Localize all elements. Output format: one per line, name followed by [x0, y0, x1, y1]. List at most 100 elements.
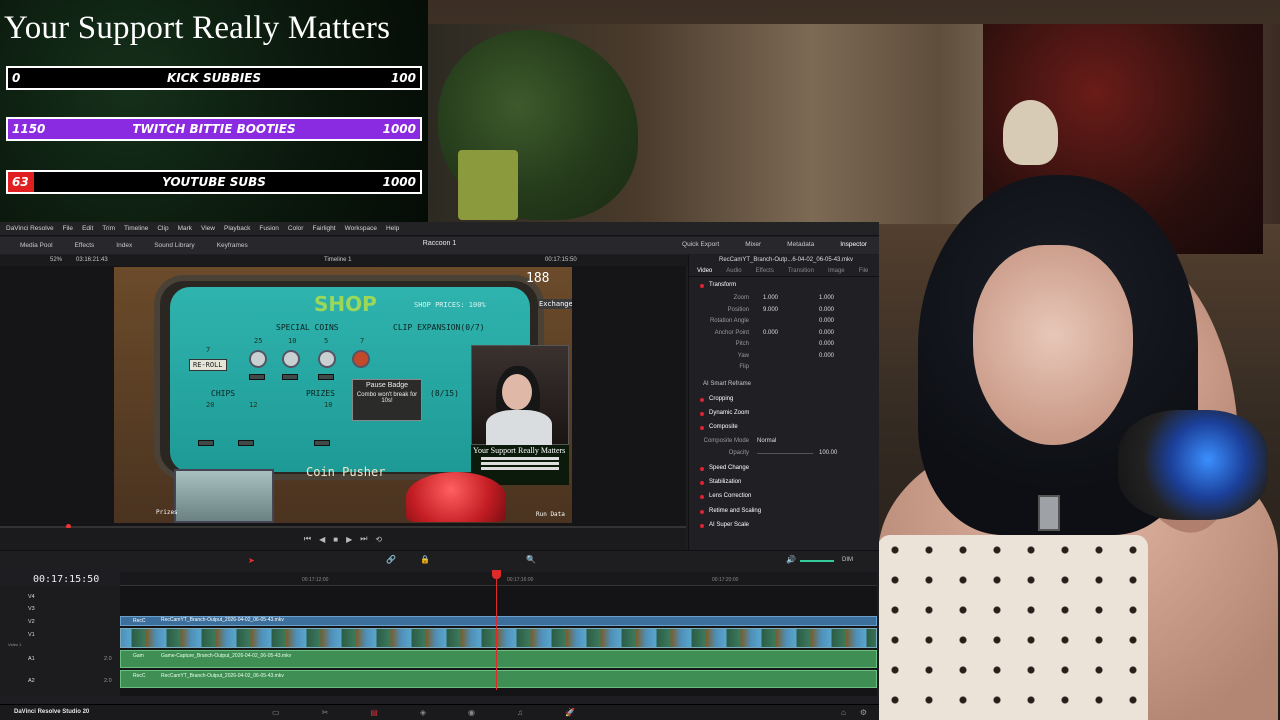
opacity-slider[interactable]: [757, 453, 813, 454]
transform-row[interactable]: Zoom 1.000 1.000: [689, 293, 879, 305]
clip-v2[interactable]: RecC RecCamYT_Branch-Output_2026-04-02_0…: [120, 616, 877, 626]
menu-item[interactable]: File: [63, 225, 73, 232]
opacity-row[interactable]: Opacity 100.00: [689, 448, 879, 460]
play-icon[interactable]: ▶: [346, 535, 352, 544]
enabled-dot[interactable]: [700, 284, 704, 288]
link-icon[interactable]: 🔗: [386, 555, 396, 564]
inspector-section[interactable]: Stabilization: [689, 477, 879, 489]
transform-row[interactable]: Rotation Angle 0.000: [689, 316, 879, 328]
go-to-end-icon[interactable]: ⏭: [360, 534, 367, 544]
track-header-a2[interactable]: A2 2.0: [0, 676, 120, 687]
viewer-zoom[interactable]: 52%: [50, 257, 62, 263]
enabled-dot[interactable]: [700, 398, 704, 402]
transform-row[interactable]: Pitch 0.000: [689, 339, 879, 351]
media-page-icon[interactable]: ▭: [272, 708, 280, 717]
menu-item[interactable]: Workspace: [345, 225, 377, 232]
transform-row[interactable]: Position 9.000 0.000: [689, 305, 879, 317]
menu-item[interactable]: Mark: [178, 225, 192, 232]
track-header-v2[interactable]: V2: [0, 617, 120, 628]
go-to-start-icon[interactable]: ⏮: [304, 534, 311, 544]
track-header-a1[interactable]: A1 2.0: [0, 654, 120, 665]
menu-item[interactable]: View: [201, 225, 215, 232]
menu-item[interactable]: Fusion: [259, 225, 279, 232]
clip-v1[interactable]: [120, 628, 877, 648]
inspector-tab[interactable]: Audio: [726, 268, 741, 274]
menu-item[interactable]: Edit: [82, 225, 93, 232]
enabled-dot[interactable]: [700, 426, 704, 430]
transform-row[interactable]: Flip: [689, 362, 879, 374]
inspector-section[interactable]: AI Super Scale: [689, 520, 879, 532]
inspector-tab[interactable]: Transition: [788, 268, 814, 274]
enabled-dot[interactable]: [700, 412, 704, 416]
enabled-dot[interactable]: [700, 467, 704, 471]
opacity-value[interactable]: 100.00: [819, 450, 837, 456]
y-value[interactable]: 0.000: [819, 341, 834, 347]
inspector-section[interactable]: Lens Correction: [689, 491, 879, 503]
y-value[interactable]: 0.000: [819, 307, 834, 313]
menu-item[interactable]: Timeline: [124, 225, 148, 232]
cropping-section[interactable]: Cropping: [689, 394, 879, 406]
select-tool-icon[interactable]: ➤: [248, 556, 255, 565]
composite-section[interactable]: Composite: [689, 422, 879, 434]
composite-mode-row[interactable]: Composite Mode Normal: [689, 436, 879, 448]
step-back-icon[interactable]: ◀: [319, 535, 325, 544]
lock-icon[interactable]: 🔒: [420, 555, 430, 564]
program-viewer[interactable]: SHOP SHOP PRICES: 100% 188 Exchange SPEC…: [0, 266, 686, 526]
x-value[interactable]: 1.000: [763, 295, 778, 301]
inspector-tab[interactable]: Effects: [756, 268, 774, 274]
toolbar-button[interactable]: Mixer: [745, 241, 761, 248]
stop-icon[interactable]: ■: [333, 535, 338, 544]
enabled-dot[interactable]: [700, 481, 704, 486]
volume-slider[interactable]: [800, 560, 834, 562]
track-header-v4[interactable]: V4: [0, 592, 120, 603]
menu-item[interactable]: Playback: [224, 225, 250, 232]
inspector-tab[interactable]: Image: [828, 268, 845, 274]
fairlight-page-icon[interactable]: ♫: [517, 708, 523, 717]
x-value[interactable]: 0.000: [763, 330, 778, 336]
cut-page-icon[interactable]: ✂: [322, 708, 329, 717]
dynamic-zoom-section[interactable]: Dynamic Zoom: [689, 408, 879, 420]
inspector-tab[interactable]: File: [859, 268, 869, 274]
menu-item[interactable]: Help: [386, 225, 399, 232]
toolbar-button[interactable]: Metadata: [787, 241, 814, 248]
zoom-icon[interactable]: 🔍: [526, 555, 536, 564]
y-value[interactable]: 0.000: [819, 318, 834, 324]
edit-page-icon[interactable]: ▤: [370, 708, 378, 717]
menu-item[interactable]: Clip: [157, 225, 168, 232]
transform-row[interactable]: Yaw 0.000: [689, 351, 879, 363]
track-header-v3[interactable]: V3: [0, 604, 120, 615]
home-icon[interactable]: ⌂: [841, 708, 846, 717]
playhead[interactable]: [496, 570, 497, 690]
transform-row[interactable]: Anchor Point 0.000 0.000: [689, 328, 879, 340]
settings-icon[interactable]: ⚙: [860, 708, 867, 717]
menu-item[interactable]: DaVinci Resolve: [6, 225, 54, 232]
inspector-section[interactable]: Speed Change: [689, 463, 879, 475]
x-value[interactable]: 9.000: [763, 307, 778, 313]
volume-icon[interactable]: 🔊: [786, 555, 796, 564]
timeline-selector[interactable]: Timeline 1: [324, 257, 351, 263]
dim-button[interactable]: DIM: [842, 557, 853, 563]
menu-item[interactable]: Color: [288, 225, 304, 232]
enabled-dot[interactable]: [700, 509, 704, 514]
menu-item[interactable]: Trim: [102, 225, 115, 232]
color-page-icon[interactable]: ◉: [468, 708, 475, 717]
ai-smart-reframe-section[interactable]: AI Smart Reframe: [689, 379, 879, 391]
enabled-dot[interactable]: [700, 495, 704, 500]
timeline-tracks[interactable]: RecC RecCamYT_Branch-Output_2026-04-02_0…: [120, 586, 877, 696]
clip-a2[interactable]: RecC RecCamYT_Branch-Output_2026-04-02_0…: [120, 670, 877, 688]
menu-item[interactable]: Fairlight: [312, 225, 335, 232]
y-value[interactable]: 0.000: [819, 330, 834, 336]
clip-a1[interactable]: Gam Game-Capture_Branch-Output_2026-04-0…: [120, 650, 877, 668]
toolbar-button[interactable]: Inspector: [840, 241, 867, 248]
y-value[interactable]: 1.000: [819, 295, 834, 301]
composite-mode-select[interactable]: Normal: [757, 438, 776, 444]
inspector-section[interactable]: Retime and Scaling: [689, 506, 879, 518]
inspector-tab[interactable]: Video: [697, 268, 712, 274]
fusion-page-icon[interactable]: ◈: [420, 708, 426, 717]
playhead-handle[interactable]: [492, 570, 501, 579]
transform-section[interactable]: Transform: [689, 280, 879, 292]
enabled-dot[interactable]: [700, 523, 704, 528]
toolbar-button[interactable]: Quick Export: [682, 241, 719, 248]
deliver-page-icon[interactable]: 🚀: [565, 708, 575, 717]
loop-icon[interactable]: ⟲: [375, 535, 382, 544]
